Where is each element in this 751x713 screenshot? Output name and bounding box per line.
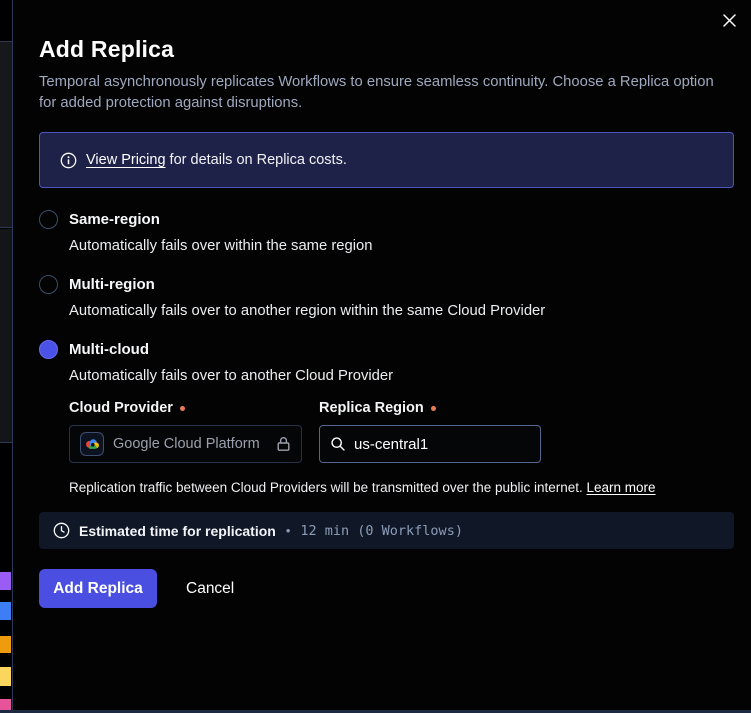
pricing-banner-text: View Pricing for details on Replica cost… <box>86 152 347 168</box>
modal-description: Temporal asynchronously replicates Workf… <box>39 72 731 114</box>
option-same-region: Same-region Automatically fails over wit… <box>39 210 733 254</box>
learn-more-link[interactable]: Learn more <box>587 480 656 495</box>
radio-multi-region[interactable] <box>39 275 58 294</box>
add-replica-button[interactable]: Add Replica <box>39 569 157 608</box>
cloud-provider-label: Cloud Provider <box>69 400 319 416</box>
option-multi-region-description: Automatically fails over to another regi… <box>69 303 733 319</box>
radio-multi-cloud[interactable] <box>39 340 58 359</box>
lock-icon <box>276 436 291 452</box>
info-icon <box>60 152 77 169</box>
required-dot <box>180 406 185 411</box>
cloud-provider-value: Google Cloud Platform <box>113 436 267 452</box>
option-multi-cloud: Multi-cloud Automatically fails over to … <box>39 340 733 495</box>
background-color-block-blue <box>0 602 11 620</box>
pricing-banner-rest: for details on Replica costs. <box>166 152 347 168</box>
google-cloud-logo-icon <box>80 432 104 456</box>
pricing-info-banner: View Pricing for details on Replica cost… <box>39 132 734 188</box>
option-multi-cloud-description: Automatically fails over to another Clou… <box>69 368 733 384</box>
replica-region-input[interactable] <box>354 436 514 453</box>
background-color-block-orange <box>0 636 11 653</box>
replica-region-field <box>319 425 541 463</box>
modal-title: Add Replica <box>39 36 733 63</box>
multi-cloud-form: Cloud Provider Replica Region <box>69 400 733 495</box>
cloud-provider-select[interactable]: Google Cloud Platform <box>69 425 302 463</box>
replica-region-label-text: Replica Region <box>319 400 424 416</box>
search-icon <box>330 436 346 452</box>
public-internet-note: Replication traffic between Cloud Provid… <box>69 480 733 495</box>
radio-same-region[interactable] <box>39 210 58 229</box>
estimate-separator: • <box>286 523 291 538</box>
required-dot <box>431 406 436 411</box>
close-icon <box>722 13 737 28</box>
option-same-region-label[interactable]: Same-region <box>69 211 160 228</box>
option-multi-region: Multi-region Automatically fails over to… <box>39 275 733 319</box>
replica-region-label: Replica Region <box>319 400 436 416</box>
add-replica-modal: Add Replica Temporal asynchronously repl… <box>12 0 751 710</box>
background-panel <box>0 41 12 228</box>
estimate-label: Estimated time for replication <box>79 523 276 539</box>
estimate-banner: Estimated time for replication • 12 min … <box>39 512 734 549</box>
estimate-value: 12 min (0 Workflows) <box>300 523 463 539</box>
cloud-provider-label-text: Cloud Provider <box>69 400 173 416</box>
replica-option-group: Same-region Automatically fails over wit… <box>39 210 733 495</box>
clock-icon <box>53 522 70 539</box>
background-color-block-purple <box>0 572 11 590</box>
background-panel <box>0 229 12 443</box>
background-color-block-yellow <box>0 667 11 686</box>
modal-actions: Add Replica Cancel <box>39 569 733 608</box>
view-pricing-link[interactable]: View Pricing <box>86 152 166 168</box>
cancel-button[interactable]: Cancel <box>186 580 234 598</box>
option-same-region-description: Automatically fails over within the same… <box>69 238 733 254</box>
close-button[interactable] <box>718 9 740 31</box>
screen: Add Replica Temporal asynchronously repl… <box>0 0 751 713</box>
public-internet-note-text: Replication traffic between Cloud Provid… <box>69 480 587 495</box>
option-multi-cloud-label[interactable]: Multi-cloud <box>69 341 149 358</box>
option-multi-region-label[interactable]: Multi-region <box>69 276 155 293</box>
background-page-strip <box>0 0 12 713</box>
